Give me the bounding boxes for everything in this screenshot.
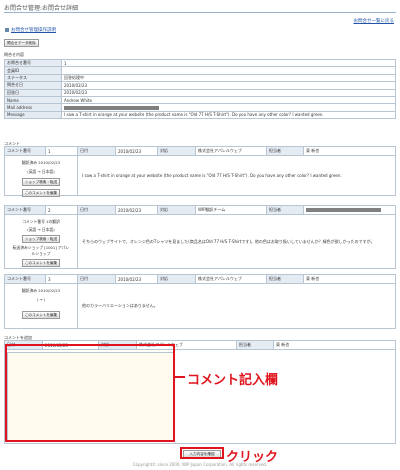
redacted-email [64,106,159,111]
comment-date: 2010/02/23 [116,206,158,214]
table-row: ステータス 回答処理中 [4,73,396,83]
comment-body: コメント番号 1の翻訳 (英語 → 日本語) ショップ検索・転送 転送済みショッ… [5,215,395,268]
row-key: 回答日 [4,88,62,97]
comment-text: 他のカラーバリエーションはありません。 [82,303,158,309]
comment-handler: 株式会社アパレルウェブ [196,275,267,283]
comment-body: 翻訳済み 2010/02/23 ( → ) このコメントを編集 他のカラーバリエ… [5,284,395,328]
comment-actions: 翻訳済み 2010/02/23 ( → ) このコメントを編集 [5,284,78,328]
row-value: 1 [61,58,396,68]
comment-header: コメント番号 2 日付 2010/02/23 対応 WIP翻訳チーム 担当者 [5,206,395,215]
comment-date-label: 日付 [78,206,116,214]
translation-status: 翻訳済み 2010/02/23 [21,160,61,165]
manual-link-label[interactable]: お問合せ管理操作説明 [11,27,56,33]
translation-status: 翻訳済み 2010/02/23 [21,288,61,293]
document-icon [5,28,9,32]
shop-search-forward-button[interactable]: ショップ検索・転送 [21,178,61,186]
new-comment-person: 東 新也 [276,342,290,347]
row-key: 会員ID [4,66,62,75]
edit-comment-button[interactable]: このコメントを編集 [21,259,61,267]
forwarded-shop-note: 転送済みショップ [1001] アパレルショップ [12,245,70,256]
comment-handler-label: 対応 [158,275,196,283]
comment-person-label: 担当者 [267,206,304,214]
row-key: 問合せ日 [4,81,62,90]
shop-search-forward-button[interactable]: ショップ検索・転送 [21,235,61,243]
row-value: 回答処理中 [61,73,396,83]
inquiry-section-label: 問合せ内容 [4,52,24,57]
comment-body: 翻訳済み 2010/02/23 (英語 → 日本語) ショップ検索・転送 このコ… [5,156,395,197]
comment-person-label: 担当者 [267,275,304,283]
translation-direction: (英語 → 日本語) [27,169,55,174]
delete-inquiry-button[interactable]: 問合せデータ削除 [4,39,39,47]
page-title: お問合せ管理:お問合せ詳細 [4,5,79,12]
table-row: 回答日 2010/02/23 [4,88,396,97]
comment-handler-label: 対応 [158,147,196,155]
comment-block: コメント番号 1 日付 2010/02/23 対応 株式会社アパレルウェブ 担当… [4,146,396,197]
table-row: Message I saw a T-shirt in orange at you… [4,110,396,120]
mail-address-value [61,103,396,112]
comment-actions: コメント番号 1の翻訳 (英語 → 日本語) ショップ検索・転送 転送済みショッ… [5,215,78,268]
row-key: Name [4,95,62,105]
comment-number-label: コメント番号 [5,206,46,214]
comment-text: そちらのウェブサイトで、オレンジ色のTシャツを見ました(商品名はOld 77 H… [82,238,375,244]
comment-field-highlight [5,344,175,442]
comment-number-label: コメント番号 [5,147,46,155]
comment-handler: WIP翻訳チーム [196,206,267,214]
comment-text: I saw a T-shirt in orange at your websit… [82,172,342,178]
back-to-list-link[interactable]: お問合せ一覧に戻る [354,18,395,24]
table-row: 会員ID [4,66,396,75]
comment-field-pointer [175,376,185,378]
comment-person: 東 新也 [306,276,320,281]
table-row: Mail address [4,103,396,112]
row-value [61,66,396,75]
translation-status: コメント番号 1の翻訳 [22,219,60,224]
comment-date: 2010/02/23 [116,275,158,283]
comment-block: コメント番号 2 日付 2010/02/23 対応 WIP翻訳チーム 担当者 コ… [4,205,396,269]
row-key: ステータス [4,73,62,83]
translation-direction: (英語 → 日本語) [27,227,55,232]
row-value: I saw a T-shirt in orange at your websit… [61,110,396,120]
comment-number-label: コメント番号 [5,275,46,283]
translation-direction: ( → ) [36,297,46,302]
comment-number: 3 [46,275,78,283]
comment-field-annotation: コメント記入欄 [187,373,279,388]
comment-actions: 翻訳済み 2010/02/23 (英語 → 日本語) ショップ検索・転送 このコ… [5,156,78,197]
comment-person [304,206,395,214]
comment-handler-label: 対応 [158,206,196,214]
table-row: お問合せ番号 1 [4,58,396,68]
confirm-button-highlight [180,447,224,459]
new-comment-person-label: 担当者 [237,341,274,349]
inquiry-table: お問合せ番号 1 会員ID ステータス 回答処理中 問合せ日 2010/02/2… [4,58,396,120]
comment-date-label: 日付 [78,275,116,283]
comment-handler: 株式会社アパレルウェブ [196,147,267,155]
comment-date: 2010/02/23 [116,147,158,155]
comment-header: コメント番号 1 日付 2010/02/23 対応 株式会社アパレルウェブ 担当… [5,147,395,156]
manual-link[interactable]: お問合せ管理操作説明 [5,27,56,33]
footer-copyright: Copyright© since 2000, WIP Japan Corpora… [132,462,268,467]
redacted-person [306,208,381,212]
comment-number: 2 [46,206,78,214]
edit-comment-button[interactable]: このコメントを編集 [21,311,61,319]
comment-block: コメント番号 3 日付 2010/02/23 対応 株式会社アパレルウェブ 担当… [4,274,396,329]
comment-number: 1 [46,147,78,155]
row-value: Andrew White [61,95,396,105]
row-value: 2010/02/23 [61,88,396,97]
comment-date-label: 日付 [78,147,116,155]
row-key: Mail address [4,103,62,112]
row-value: 2010/02/23 [61,81,396,90]
comment-person-label: 担当者 [267,147,304,155]
table-row: Name Andrew White [4,95,396,105]
title-divider [4,12,396,13]
table-row: 問合せ日 2010/02/23 [4,81,396,90]
comment-header: コメント番号 3 日付 2010/02/23 対応 株式会社アパレルウェブ 担当… [5,275,395,284]
comment-person: 東 新也 [306,148,320,153]
row-key: お問合せ番号 [4,58,62,68]
row-key: Message [4,110,62,120]
edit-comment-button[interactable]: このコメントを編集 [21,189,61,197]
